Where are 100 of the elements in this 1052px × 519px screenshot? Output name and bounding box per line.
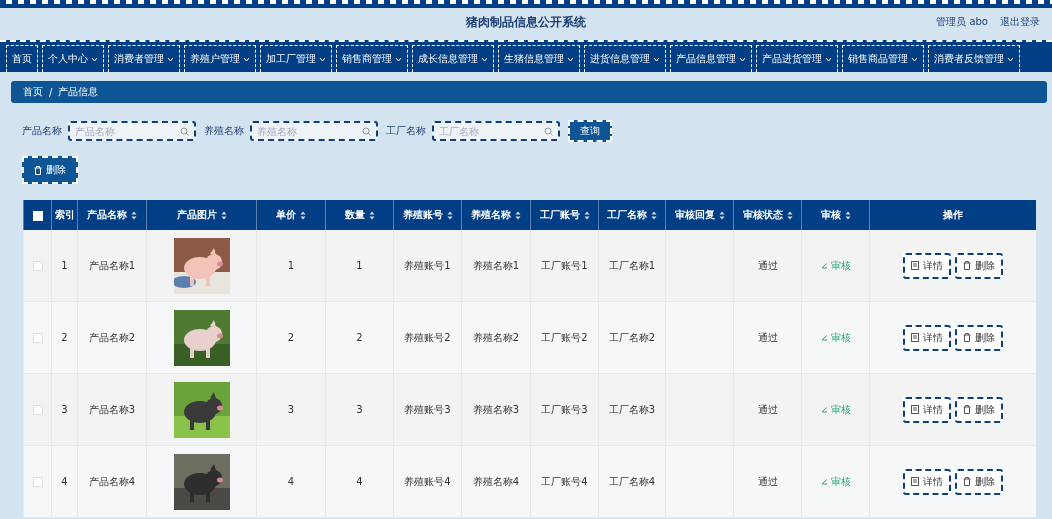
sort-icon[interactable]	[651, 210, 657, 220]
search-field[interactable]: 工厂名称	[432, 121, 560, 141]
nav-item[interactable]: 加工厂管理	[260, 45, 332, 72]
sort-icon[interactable]	[368, 210, 375, 220]
details-button[interactable]: 详情	[902, 324, 951, 351]
sort-icon[interactable]	[786, 210, 793, 220]
search-field[interactable]: 养殖名称	[250, 121, 378, 141]
sort-icon[interactable]	[844, 210, 851, 220]
sort-icon[interactable]	[718, 210, 725, 220]
document-icon	[910, 405, 919, 414]
table-cell: 养殖名称2	[472, 331, 520, 343]
table-cell: 产品名称2	[88, 331, 136, 343]
row-checkbox[interactable]	[32, 405, 43, 415]
search-icon	[362, 127, 371, 136]
table-cell: 工厂名称1	[608, 259, 656, 271]
app-title: 猪肉制品信息公开系统	[466, 13, 586, 31]
column-header: 养殖名称	[471, 208, 511, 222]
nav-item[interactable]: 养殖户管理	[184, 45, 256, 72]
document-icon	[910, 333, 919, 342]
column-header: 审核回复	[674, 208, 715, 222]
delete-button[interactable]: 删除	[954, 324, 1003, 351]
row-checkbox[interactable]	[32, 261, 43, 271]
table-cell: 养殖账号2	[404, 331, 451, 343]
delete-button[interactable]: 删除	[954, 252, 1003, 279]
nav-item[interactable]: 销售商品管理	[842, 45, 924, 72]
table-cell: 产品名称3	[88, 403, 136, 415]
column-header: 工厂账号	[539, 208, 580, 222]
column-header: 产品名称	[87, 208, 127, 222]
trash-icon	[34, 165, 42, 175]
sort-icon[interactable]	[515, 210, 521, 220]
details-button[interactable]: 详情	[902, 468, 951, 495]
nav-item[interactable]: 生猪信息管理	[498, 45, 580, 72]
table-cell: 2	[61, 332, 68, 343]
sort-icon[interactable]	[220, 210, 227, 220]
nav-item[interactable]: 销售商管理	[336, 45, 408, 72]
table-cell: 工厂账号4	[541, 475, 588, 487]
document-icon	[910, 477, 919, 486]
sort-icon[interactable]	[131, 210, 137, 220]
table-cell: 养殖名称1	[472, 259, 520, 271]
user-label: 管理员 abo	[936, 15, 988, 29]
table-cell: 工厂账号2	[541, 331, 588, 343]
table-cell: 通过	[757, 475, 778, 487]
row-checkbox[interactable]	[32, 477, 43, 487]
nav-item[interactable]: 进货信息管理	[584, 45, 666, 72]
nav-item[interactable]: 消费者管理	[108, 45, 180, 72]
row-checkbox[interactable]	[32, 333, 43, 343]
search-icon	[544, 127, 553, 136]
table-cell: 工厂名称4	[608, 475, 656, 487]
nav-item[interactable]: 产品信息管理	[670, 45, 752, 72]
select-all-checkbox[interactable]	[32, 210, 43, 221]
column-header: 数量	[344, 208, 365, 222]
trash-icon	[962, 333, 971, 342]
table-cell: 通过	[757, 331, 778, 343]
table-cell: 1	[61, 260, 68, 271]
trash-icon	[962, 405, 971, 414]
table-cell: 2	[356, 332, 363, 343]
breadcrumb-link[interactable]: 首页	[23, 85, 43, 99]
pencil-icon	[820, 478, 828, 485]
sort-icon[interactable]	[583, 210, 590, 220]
field-label: 产品名称	[22, 124, 62, 138]
table-cell: 产品名称1	[88, 259, 136, 271]
search-button[interactable]: 查询	[568, 120, 612, 142]
table-cell: 4	[356, 476, 363, 487]
trash-icon	[962, 261, 971, 270]
field-label: 工厂名称	[386, 124, 426, 138]
table-cell: 工厂名称2	[608, 331, 656, 343]
delete-button[interactable]: 删除	[954, 396, 1003, 423]
pencil-icon	[820, 406, 828, 413]
table-cell: 4	[61, 476, 68, 487]
sort-icon[interactable]	[446, 210, 453, 220]
delete-button[interactable]: 删除	[954, 468, 1003, 495]
column-header: 单价	[276, 208, 296, 222]
nav-item[interactable]: 个人中心	[42, 45, 104, 72]
sort-icon[interactable]	[300, 210, 306, 220]
nav-item[interactable]: 产品进货管理	[756, 45, 838, 72]
logout-link[interactable]: 退出登录	[1000, 15, 1040, 29]
table-cell: 1	[287, 260, 295, 271]
table-cell: 通过	[757, 259, 778, 271]
table-cell: 4	[287, 476, 295, 487]
details-button[interactable]: 详情	[902, 252, 951, 279]
nav-item[interactable]: 消费者反馈管理	[928, 45, 1020, 72]
pencil-icon	[820, 262, 828, 269]
nav-item[interactable]: 成长信息管理	[412, 45, 494, 72]
table-cell: 养殖账号3	[404, 403, 451, 415]
column-header: 审核状态	[742, 208, 783, 222]
table-cell: 养殖账号1	[404, 259, 451, 271]
column-header: 操作	[942, 208, 963, 222]
table-cell: 通过	[757, 403, 778, 415]
search-field[interactable]: 产品名称	[68, 121, 196, 141]
table-cell: 养殖名称3	[472, 403, 520, 415]
table-cell: 养殖名称4	[472, 475, 520, 487]
column-header: 养殖账号	[402, 208, 443, 222]
field-label: 养殖名称	[204, 124, 244, 138]
details-button[interactable]: 详情	[902, 396, 951, 423]
table-cell: 养殖账号4	[404, 475, 451, 487]
column-header: 工厂名称	[607, 208, 647, 222]
table-cell: 3	[61, 404, 68, 415]
delete-button[interactable]: 删除	[22, 156, 78, 184]
table-cell: 工厂账号1	[541, 259, 588, 271]
nav-item[interactable]: 首页	[6, 45, 38, 72]
